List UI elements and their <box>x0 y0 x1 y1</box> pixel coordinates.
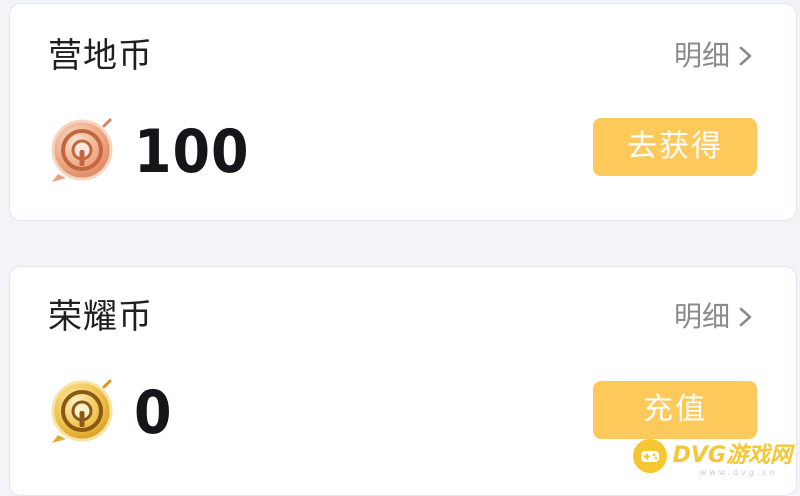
watermark-url: www.dvg.cn <box>699 468 778 477</box>
details-link[interactable]: 明细 <box>674 297 754 337</box>
balance-row: 100 <box>46 116 262 188</box>
card-title: 营地币 <box>48 36 153 76</box>
camp-coin-icon <box>51 118 113 182</box>
honor-coin-amount: 0 <box>134 378 173 448</box>
camp-coin-amount: 100 <box>134 117 250 187</box>
details-link[interactable]: 明细 <box>674 36 754 76</box>
details-label: 明细 <box>673 39 730 72</box>
gamepad-icon <box>632 439 667 473</box>
chevron-right-icon <box>739 46 752 66</box>
watermark-text: DVG游戏网 <box>672 443 792 468</box>
camp-coin-card: 营地币 明细 100 去获得 <box>9 3 797 221</box>
watermark: DVG游戏网 www.dvg.cn <box>632 439 792 477</box>
recharge-button[interactable]: 充值 <box>593 381 757 439</box>
balance-row: 0 <box>46 377 177 449</box>
card-title: 荣耀币 <box>48 297 153 337</box>
honor-coin-icon <box>51 379 113 443</box>
details-label: 明细 <box>673 300 730 333</box>
chevron-right-icon <box>739 307 752 327</box>
get-coins-button[interactable]: 去获得 <box>593 118 757 176</box>
